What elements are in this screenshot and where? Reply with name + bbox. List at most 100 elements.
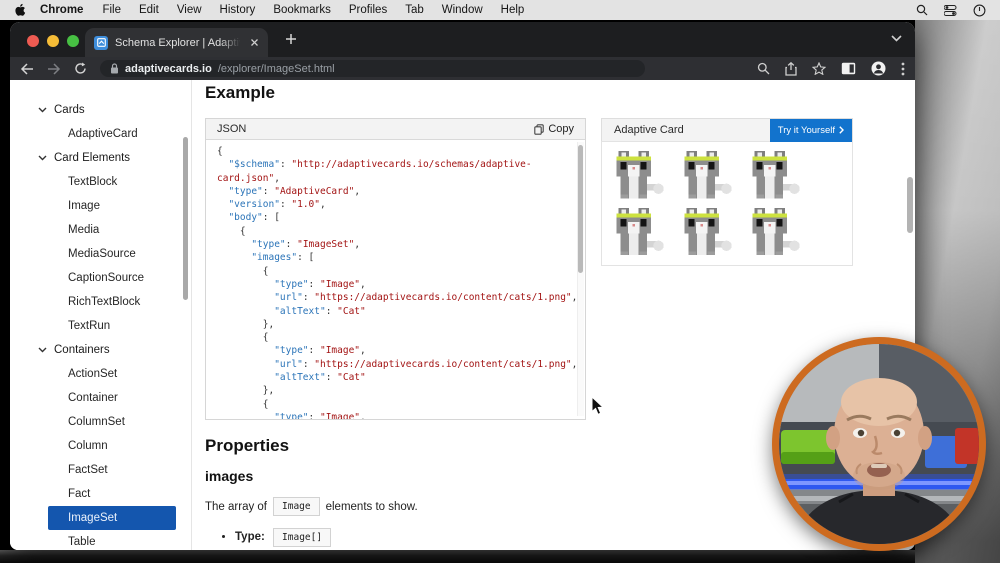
cat-image bbox=[678, 205, 746, 262]
menu-item[interactable]: History bbox=[211, 4, 265, 16]
sidebar-item-column[interactable]: Column bbox=[10, 434, 191, 458]
code-line: { bbox=[217, 332, 269, 344]
code-line: }, bbox=[217, 385, 275, 397]
tab-title: Schema Explorer | Adaptive Ca bbox=[115, 36, 243, 49]
sidebar-scrollbar[interactable] bbox=[183, 137, 188, 300]
sidebar-item-captionsource[interactable]: CaptionSource bbox=[10, 266, 191, 290]
code-line: { bbox=[217, 146, 223, 157]
image-type-chip: Image bbox=[273, 497, 320, 516]
type-bullet: Type: Image[] bbox=[235, 528, 915, 547]
close-window-button[interactable] bbox=[27, 35, 39, 47]
zoom-window-button[interactable] bbox=[67, 35, 79, 47]
code-line: "type": "Image", bbox=[274, 278, 366, 290]
sidebar-section-containers[interactable]: Containers bbox=[10, 338, 191, 362]
share-icon[interactable] bbox=[785, 61, 797, 76]
sidebar-item-mediasource[interactable]: MediaSource bbox=[10, 242, 191, 266]
type-code-chip: Image[] bbox=[273, 528, 332, 547]
browser-toolbar: adaptivecards.io/explorer/ImageSet.html bbox=[10, 57, 915, 80]
minimize-window-button[interactable] bbox=[47, 35, 59, 47]
code-line: "type": "ImageSet", bbox=[251, 239, 361, 251]
apple-menu-icon[interactable] bbox=[14, 3, 26, 17]
code-line: "url": "https://adaptivecards.io/content… bbox=[274, 292, 578, 304]
json-panel: JSON Copy { "$schema": "http://adaptivec… bbox=[205, 118, 586, 420]
sidebar-section-card-elements[interactable]: Card Elements bbox=[10, 146, 191, 170]
tab-close-icon[interactable] bbox=[250, 38, 259, 47]
cat-image bbox=[678, 148, 746, 205]
tab-strip: Schema Explorer | Adaptive Ca bbox=[10, 22, 915, 57]
menu-item[interactable]: Profiles bbox=[340, 4, 396, 16]
side-panel-icon[interactable] bbox=[841, 62, 856, 75]
sidebar-item-container[interactable]: Container bbox=[10, 386, 191, 410]
sidebar-item-adaptivecard[interactable]: AdaptiveCard bbox=[10, 122, 191, 146]
sidebar-item-actionset[interactable]: ActionSet bbox=[10, 362, 191, 386]
mouse-cursor bbox=[591, 396, 605, 415]
code-line: "url": "https://adaptivecards.io/content… bbox=[274, 358, 578, 370]
imageset-grid bbox=[601, 141, 853, 266]
macos-menu-bar: Chrome File Edit View History Bookmarks Profi… bbox=[0, 0, 1000, 20]
forward-icon[interactable] bbox=[47, 62, 61, 75]
code-line: }, bbox=[217, 318, 275, 330]
reload-icon[interactable] bbox=[74, 62, 87, 75]
copy-button[interactable]: Copy bbox=[534, 123, 574, 135]
sidebar-item-fact[interactable]: Fact bbox=[10, 482, 191, 506]
sidebar-item-columnset[interactable]: ColumnSet bbox=[10, 410, 191, 434]
tab-search-chevron-icon[interactable] bbox=[891, 35, 902, 42]
clock-status-icon[interactable] bbox=[973, 4, 986, 17]
spotlight-search-icon[interactable] bbox=[916, 4, 928, 16]
chevron-down-icon bbox=[38, 155, 47, 161]
chevron-down-icon bbox=[38, 107, 47, 113]
menu-item[interactable]: Tab bbox=[396, 4, 433, 16]
sidebar-item-image[interactable]: Image bbox=[10, 194, 191, 218]
code-line: { bbox=[217, 225, 246, 237]
menu-items: File Edit View History Bookmarks Profiles Tab W… bbox=[93, 4, 533, 16]
new-tab-button[interactable] bbox=[284, 32, 298, 46]
code-line: "altText": "Cat" bbox=[274, 305, 366, 317]
code-line: "images": [ bbox=[251, 252, 315, 264]
address-bar[interactable]: adaptivecards.io/explorer/ImageSet.html bbox=[100, 60, 645, 77]
sidebar-item-imageset[interactable]: ImageSet bbox=[48, 506, 176, 530]
adaptive-card-header: Adaptive Card Try it Yourself bbox=[601, 118, 853, 142]
menu-item[interactable]: File bbox=[93, 4, 130, 16]
find-in-page-icon[interactable] bbox=[757, 62, 770, 75]
menu-item[interactable]: Help bbox=[492, 4, 534, 16]
profile-avatar-icon[interactable] bbox=[871, 61, 886, 76]
menu-item[interactable]: View bbox=[168, 4, 211, 16]
try-it-yourself-button[interactable]: Try it Yourself bbox=[769, 118, 852, 142]
desktop-background-bottom bbox=[0, 550, 915, 563]
sidebar-item-textblock[interactable]: TextBlock bbox=[10, 170, 191, 194]
presenter-video bbox=[779, 344, 979, 544]
sidebar-item-textrun[interactable]: TextRun bbox=[10, 314, 191, 338]
code-line: "version": "1.0", bbox=[228, 199, 326, 211]
cat-image bbox=[746, 205, 814, 262]
code-line: { bbox=[217, 265, 269, 277]
bookmark-star-icon[interactable] bbox=[812, 62, 826, 75]
sidebar-item-media[interactable]: Media bbox=[10, 218, 191, 242]
adaptive-card-panel: Adaptive Card Try it Yourself bbox=[601, 118, 853, 266]
kebab-menu-icon[interactable] bbox=[901, 62, 905, 76]
menu-item[interactable]: Edit bbox=[130, 4, 168, 16]
browser-tab[interactable]: Schema Explorer | Adaptive Ca bbox=[85, 28, 268, 57]
sidebar-item-table[interactable]: Table bbox=[10, 530, 191, 550]
code-line: "type": "Image", bbox=[274, 411, 366, 419]
back-icon[interactable] bbox=[20, 62, 34, 75]
menu-item[interactable]: Bookmarks bbox=[264, 4, 340, 16]
active-app-name[interactable]: Chrome bbox=[30, 4, 93, 16]
chevron-down-icon bbox=[38, 347, 47, 353]
json-code[interactable]: { "$schema": "http://adaptivecards.io/sc… bbox=[206, 140, 585, 419]
tab-favicon-icon bbox=[94, 35, 108, 50]
code-line: card.json", bbox=[217, 172, 280, 184]
sidebar-item-richtextblock[interactable]: RichTextBlock bbox=[10, 290, 191, 314]
url-host: adaptivecards.io bbox=[125, 62, 212, 75]
code-scrollbar[interactable] bbox=[577, 142, 584, 416]
screen: Chrome File Edit View History Bookmarks Profi… bbox=[0, 0, 1000, 563]
page-scrollbar[interactable] bbox=[907, 177, 913, 233]
control-center-icon[interactable] bbox=[944, 4, 957, 16]
chevron-right-icon bbox=[839, 126, 844, 134]
url-path: /explorer/ImageSet.html bbox=[217, 62, 335, 75]
code-line: "type": "AdaptiveCard", bbox=[228, 185, 361, 197]
code-line: "type": "Image", bbox=[274, 345, 366, 357]
sidebar-item-factset[interactable]: FactSet bbox=[10, 458, 191, 482]
sidebar-section-cards[interactable]: Cards bbox=[10, 98, 191, 122]
webcam-overlay bbox=[772, 337, 986, 551]
menu-item[interactable]: Window bbox=[433, 4, 492, 16]
